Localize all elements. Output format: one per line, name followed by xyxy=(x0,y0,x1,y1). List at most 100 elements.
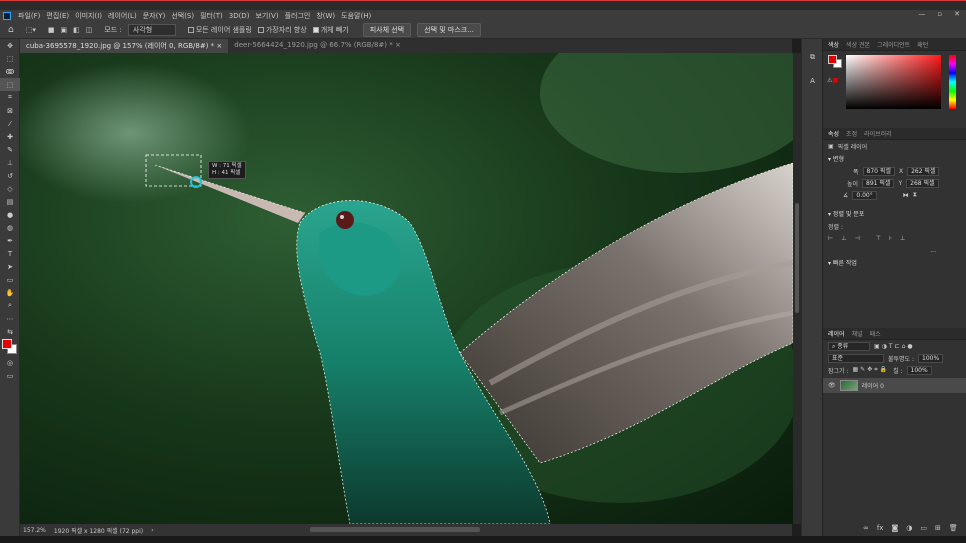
frame-tool-icon[interactable]: ⊠ xyxy=(0,104,20,117)
status-arrow-icon[interactable]: › xyxy=(151,527,153,534)
flip-vertical-icon[interactable]: ⧗ xyxy=(913,191,917,199)
panel-fg-color[interactable] xyxy=(828,55,837,64)
tab-deer[interactable]: deer-5664424_1920.jpg @ 66.7% (RGB/8#) *… xyxy=(228,39,407,53)
adjustment-layer-icon[interactable]: ◑ xyxy=(906,524,912,532)
document-info[interactable]: 1920 픽셀 x 1280 픽셀 (72 ppi) xyxy=(54,526,143,535)
align-vcenter-icon[interactable]: ⊦ xyxy=(889,235,892,242)
default-colors-icon[interactable]: ⇆ xyxy=(0,325,20,338)
vertical-scrollbar[interactable] xyxy=(793,53,801,524)
history-panel-icon[interactable]: ⧉ xyxy=(802,51,823,64)
document-canvas[interactable]: W : 71 픽셀 H : 41 픽셀 xyxy=(20,53,793,524)
scroll-thumb[interactable] xyxy=(795,203,799,313)
tab-swatches[interactable]: 색상 견본 xyxy=(846,40,870,49)
pen-tool-icon[interactable]: ✒ xyxy=(0,234,20,247)
visibility-eye-icon[interactable]: 👁 xyxy=(828,382,836,389)
y-field[interactable]: 268 픽셀 xyxy=(906,178,939,188)
foreground-color[interactable] xyxy=(2,339,12,349)
layer-style-icon[interactable]: fx xyxy=(877,524,884,532)
new-layer-icon[interactable]: ⊞ xyxy=(935,524,941,532)
type-tool-icon[interactable]: T xyxy=(0,247,20,260)
gradient-tool-icon[interactable]: ▤ xyxy=(0,195,20,208)
subtract-selection-icon[interactable]: ◧ xyxy=(73,26,80,34)
align-hcenter-icon[interactable]: ⊥ xyxy=(841,235,846,242)
select-and-mask-button[interactable]: 선택 및 마스크... xyxy=(417,23,481,37)
align-section[interactable]: ▾ 정렬 및 분포 xyxy=(823,207,966,220)
menu-edit[interactable]: 편집(E) xyxy=(43,11,72,21)
screen-mode-icon[interactable]: ▭ xyxy=(0,369,20,382)
align-left-icon[interactable]: ⊢ xyxy=(828,235,833,242)
color-field[interactable] xyxy=(846,55,941,109)
subtract-checkbox[interactable] xyxy=(312,27,319,33)
marquee-tool-icon[interactable]: ⬚ xyxy=(0,52,20,65)
hard-edge-checkbox[interactable] xyxy=(257,27,264,33)
eyedropper-tool-icon[interactable]: ⁄ xyxy=(0,117,20,130)
tab-gradients[interactable]: 그레이디언트 xyxy=(877,40,910,49)
more-options-button[interactable]: ... xyxy=(930,247,936,254)
link-layers-icon[interactable]: ∞ xyxy=(863,524,869,532)
delete-layer-icon[interactable]: 🗑 xyxy=(949,524,958,532)
lasso-tool-icon[interactable]: ↂ xyxy=(0,65,20,78)
intersect-selection-icon[interactable]: ◫ xyxy=(86,26,93,34)
angle-field[interactable]: 0.00° xyxy=(852,190,877,200)
move-tool-icon[interactable]: ✥ xyxy=(0,39,20,52)
close-button[interactable]: ✕ xyxy=(954,10,960,18)
hue-slider[interactable] xyxy=(949,55,956,109)
mode-select[interactable]: 사각형 xyxy=(127,24,176,36)
sample-all-option[interactable]: 모든 레이어 샘플링 xyxy=(187,25,252,35)
zoom-tool-icon[interactable]: ⌕ xyxy=(0,299,20,312)
menu-view[interactable]: 보기(V) xyxy=(252,11,281,21)
kind-filter-select[interactable]: ⌕ 종류 xyxy=(828,341,870,351)
select-subject-button[interactable]: 피사체 선택 xyxy=(362,23,412,37)
hard-edge-option[interactable]: 가장자리 향상 xyxy=(257,25,307,35)
paragraph-panel-icon[interactable]: A xyxy=(802,74,823,87)
tab-cuba[interactable]: cuba-3695578_1920.jpg @ 157% (레이어 0, RGB… xyxy=(20,39,229,53)
healing-brush-tool-icon[interactable]: ✚ xyxy=(0,130,20,143)
blur-tool-icon[interactable]: ● xyxy=(0,208,20,221)
quick-mask-icon[interactable]: ◎ xyxy=(0,356,20,369)
sample-all-checkbox[interactable] xyxy=(187,27,194,33)
object-select-tool-icon[interactable]: ⬚▾ xyxy=(26,26,36,34)
tab-adjustments[interactable]: 조정 xyxy=(846,129,857,138)
maximize-button[interactable]: ▫ xyxy=(937,10,942,18)
subtract-option[interactable]: 개체 빼기 xyxy=(312,25,349,35)
menu-layer[interactable]: 레이어(L) xyxy=(105,11,140,21)
layer-name[interactable]: 레이어 0 xyxy=(862,381,884,390)
lock-icons[interactable]: ▦✎✥⌗🔒 xyxy=(853,366,890,374)
tab-channels[interactable]: 채널 xyxy=(852,329,863,338)
tab-libraries[interactable]: 라이브러리 xyxy=(864,129,892,138)
color-swatches[interactable] xyxy=(0,338,19,356)
menu-type[interactable]: 문자(Y) xyxy=(140,11,169,21)
tab-paths[interactable]: 패스 xyxy=(870,329,881,338)
history-brush-tool-icon[interactable]: ↺ xyxy=(0,169,20,182)
crop-tool-icon[interactable]: ⌗ xyxy=(0,91,20,104)
menu-filter[interactable]: 필터(T) xyxy=(197,11,226,21)
zoom-level[interactable]: 157.2% xyxy=(23,527,46,534)
tab-layers[interactable]: 레이어 xyxy=(828,329,845,338)
tab-properties[interactable]: 속성 xyxy=(828,129,839,138)
brush-tool-icon[interactable]: ✎ xyxy=(0,143,20,156)
add-selection-icon[interactable]: ▣ xyxy=(60,26,67,34)
x-field[interactable]: 262 픽셀 xyxy=(907,166,940,176)
blend-mode-select[interactable]: 표준 xyxy=(828,353,884,363)
align-right-icon[interactable]: ⊣ xyxy=(854,235,859,242)
close-tab-icon[interactable]: × xyxy=(216,42,222,50)
align-top-icon[interactable]: ⊤ xyxy=(876,235,881,242)
horizontal-scrollbar[interactable] xyxy=(310,527,480,532)
quick-actions-section[interactable]: ▾ 빠른 작업 xyxy=(823,256,966,269)
more-tools-icon[interactable]: ⋯ xyxy=(0,312,20,325)
tab-patterns[interactable]: 패턴 xyxy=(917,40,928,49)
home-icon[interactable]: ⌂ xyxy=(8,25,14,35)
transform-section[interactable]: ▾ 변형 xyxy=(823,152,966,165)
flip-horizontal-icon[interactable]: ⧓ xyxy=(903,192,909,199)
new-group-icon[interactable]: ▭ xyxy=(920,524,927,532)
dodge-tool-icon[interactable]: ◍ xyxy=(0,221,20,234)
object-selection-tool-icon[interactable]: ⬚ xyxy=(0,78,20,91)
menu-plugins[interactable]: 플러그인 xyxy=(282,11,314,21)
rectangle-tool-icon[interactable]: ▭ xyxy=(0,273,20,286)
add-mask-icon[interactable]: ◙ xyxy=(891,524,898,532)
menu-3d[interactable]: 3D(D) xyxy=(226,12,253,20)
align-bottom-icon[interactable]: ⊥ xyxy=(900,235,905,242)
menu-window[interactable]: 창(W) xyxy=(313,11,338,21)
layer-row[interactable]: 👁 레이어 0 xyxy=(823,378,966,393)
menu-file[interactable]: 파일(F) xyxy=(15,11,43,21)
